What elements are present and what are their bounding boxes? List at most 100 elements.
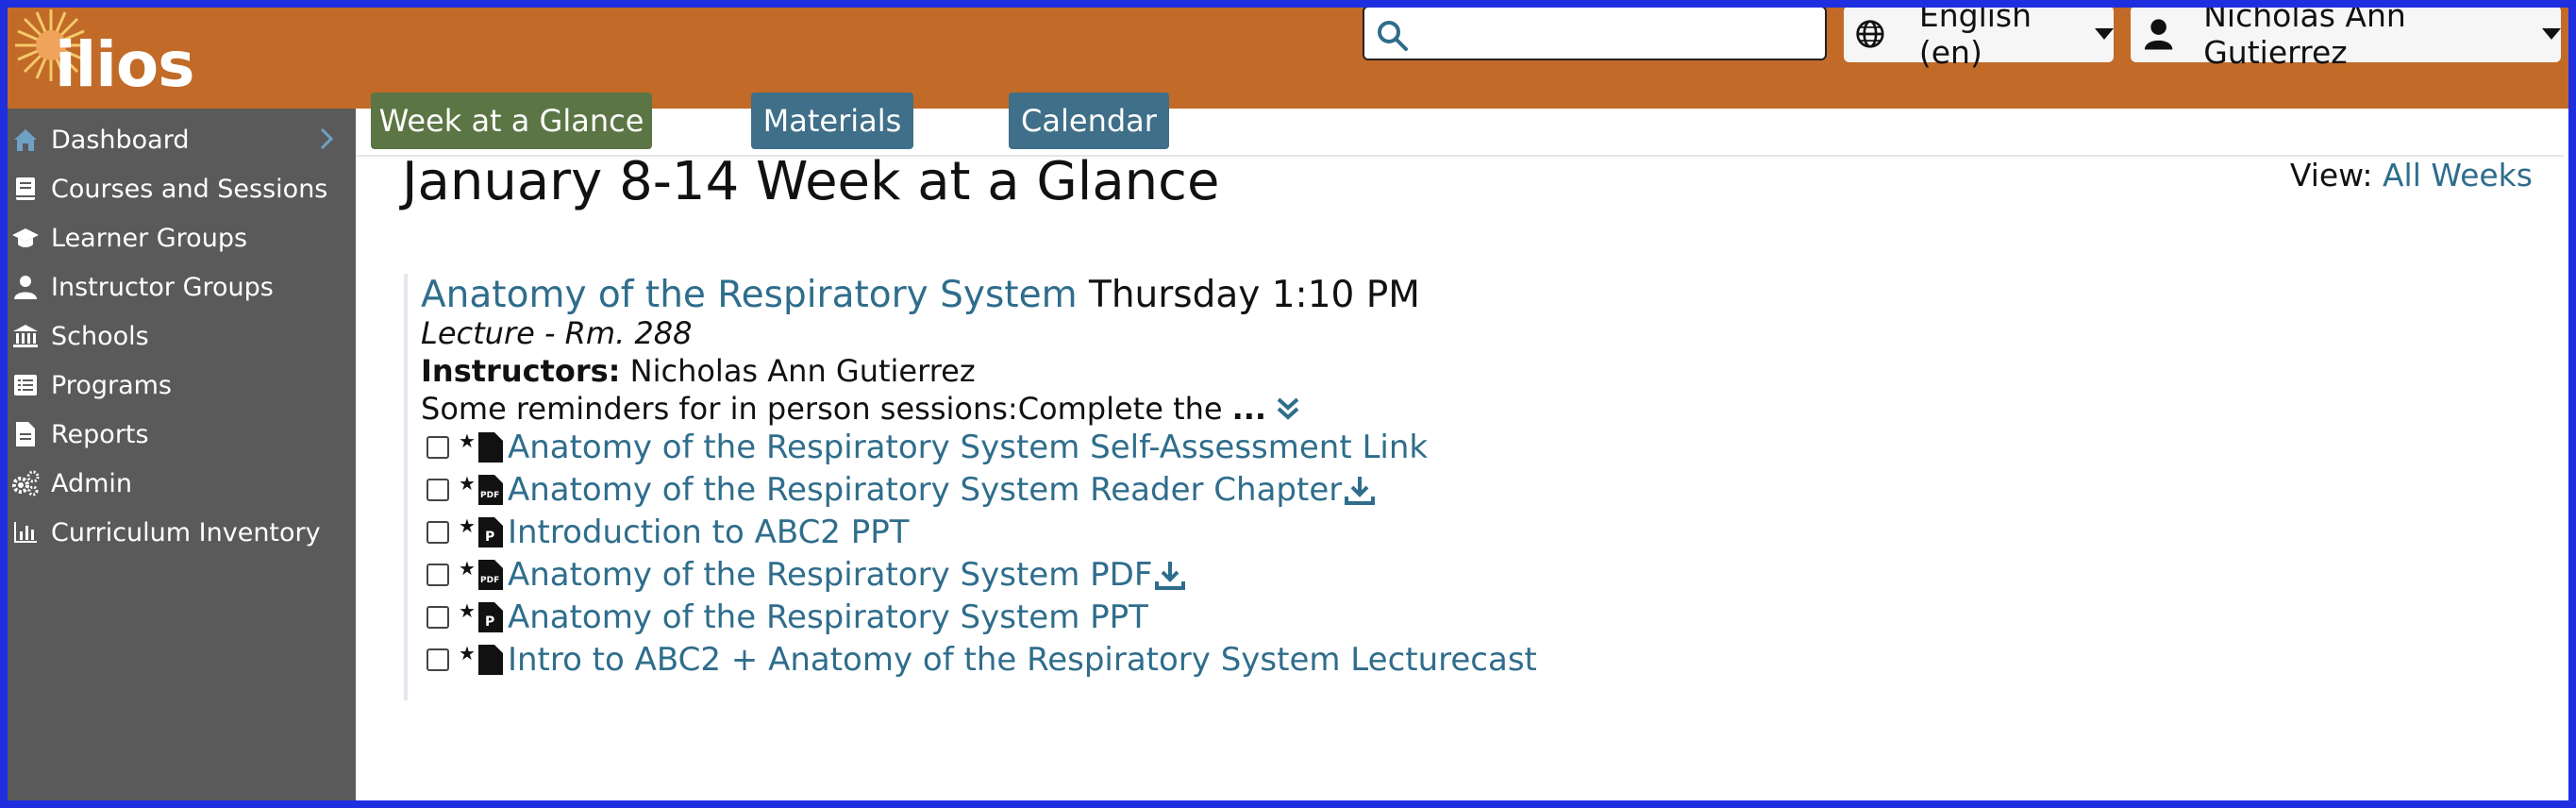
chevron-down-icon bbox=[2095, 28, 2114, 40]
ilios-logo[interactable]: ilios bbox=[13, 8, 194, 102]
material-link[interactable]: Anatomy of the Respiratory System Reader… bbox=[508, 471, 1342, 509]
sidebar-item-courses-and-sessions[interactable]: Courses and Sessions bbox=[0, 164, 356, 213]
search-field[interactable] bbox=[1363, 6, 1827, 60]
star-icon: ★ bbox=[459, 557, 476, 580]
view-label: View: bbox=[2289, 157, 2373, 194]
sidebar-item-schools[interactable]: Schools bbox=[0, 311, 356, 361]
description-ellipsis: ... bbox=[1231, 391, 1267, 427]
tab-materials[interactable]: Materials bbox=[751, 93, 913, 149]
search-icon bbox=[1378, 21, 1408, 51]
globe-icon bbox=[1856, 20, 1884, 48]
instructors-label: Instructors: bbox=[421, 353, 621, 389]
home-icon bbox=[11, 126, 40, 154]
material-link[interactable]: Anatomy of the Respiratory System PPT bbox=[508, 598, 1148, 636]
material-checkbox[interactable] bbox=[427, 479, 449, 501]
event-type: Lecture - Rm. 288 bbox=[421, 315, 693, 351]
material-item: ★ PDF Anatomy of the Respiratory System … bbox=[427, 469, 1376, 511]
event-instructors: Instructors: Nicholas Ann Gutierrez bbox=[421, 353, 976, 389]
material-item: ★ P Anatomy of the Respiratory System PP… bbox=[427, 597, 1148, 638]
material-checkbox[interactable] bbox=[427, 564, 449, 586]
sidebar-item-dashboard[interactable]: Dashboard bbox=[0, 115, 356, 164]
event-name-link[interactable]: Anatomy of the Respiratory System bbox=[421, 274, 1078, 316]
material-checkbox[interactable] bbox=[427, 436, 449, 459]
material-link[interactable]: Intro to ABC2 + Anatomy of the Respirato… bbox=[508, 641, 1537, 679]
sidebar-item-label: Curriculum Inventory bbox=[51, 517, 321, 547]
star-icon: ★ bbox=[459, 429, 476, 452]
search-input[interactable] bbox=[1421, 13, 1821, 55]
star-icon: ★ bbox=[459, 472, 476, 495]
sidebar-item-label: Admin bbox=[51, 468, 133, 498]
sidebar-item-curriculum-inventory[interactable]: Curriculum Inventory bbox=[0, 508, 356, 557]
svg-text:P: P bbox=[485, 530, 494, 545]
material-checkbox[interactable] bbox=[427, 648, 449, 671]
chevron-right-icon bbox=[320, 127, 334, 150]
star-icon: ★ bbox=[459, 514, 476, 537]
event-time: Thursday 1:10 PM bbox=[1089, 274, 1420, 316]
svg-text:PDF: PDF bbox=[480, 576, 499, 585]
chevron-double-down-icon[interactable] bbox=[1274, 395, 1302, 423]
page-title: January 8-14 Week at a Glance bbox=[402, 151, 1220, 212]
sidebar-item-label: Programs bbox=[51, 370, 172, 400]
sidebar-item-label: Learner Groups bbox=[51, 223, 248, 253]
graduation-cap-icon bbox=[11, 224, 40, 252]
chevron-down-icon bbox=[2542, 28, 2561, 40]
sidebar-item-admin[interactable]: Admin bbox=[0, 459, 356, 508]
sidebar-item-label: Courses and Sessions bbox=[51, 174, 328, 204]
material-link[interactable]: Anatomy of the Respiratory System PDF bbox=[508, 556, 1152, 594]
star-icon: ★ bbox=[459, 599, 476, 622]
user-menu[interactable]: Nicholas Ann Gutierrez bbox=[2131, 0, 2561, 71]
chart-icon bbox=[11, 518, 40, 547]
tab-label: Week at a Glance bbox=[378, 103, 644, 139]
sidebar-item-programs[interactable]: Programs bbox=[0, 361, 356, 410]
material-item: ★ Intro to ABC2 + Anatomy of the Respira… bbox=[427, 639, 1537, 681]
download-icon[interactable] bbox=[1344, 474, 1376, 506]
instructors-value: Nicholas Ann Gutierrez bbox=[629, 353, 976, 389]
book-icon bbox=[11, 175, 40, 203]
material-item: ★ P Introduction to ABC2 PPT bbox=[427, 512, 910, 553]
language-selector[interactable]: English (en) bbox=[1844, 0, 2114, 71]
svg-text:P: P bbox=[485, 614, 494, 630]
sidebar-item-label: Instructor Groups bbox=[51, 272, 274, 302]
sidebar-item-instructor-groups[interactable]: Instructor Groups bbox=[0, 262, 356, 311]
event-description: Some reminders for in person sessions:Co… bbox=[421, 391, 1302, 427]
cogs-icon bbox=[11, 469, 40, 497]
material-link[interactable]: Introduction to ABC2 PPT bbox=[508, 513, 910, 551]
sidebar-item-label: Dashboard bbox=[51, 125, 190, 155]
sidebar: Dashboard Courses and Sessions Learner G… bbox=[0, 109, 356, 808]
event-heading: Anatomy of the Respiratory System Thursd… bbox=[421, 274, 1420, 316]
file-icon bbox=[477, 645, 503, 675]
view-selector: View: All Weeks bbox=[2290, 157, 2533, 194]
all-weeks-link[interactable]: All Weeks bbox=[2383, 157, 2533, 194]
logo-text: ilios bbox=[55, 28, 194, 101]
description-text: Some reminders for in person sessions:Co… bbox=[421, 391, 1223, 427]
material-item: ★ PDF Anatomy of the Respiratory System … bbox=[427, 554, 1186, 596]
material-item: ★ Anatomy of the Respiratory System Self… bbox=[427, 427, 1428, 468]
dashboard-tabs: Week at a Glance Materials Calendar bbox=[356, 76, 2564, 157]
user-name: Nicholas Ann Gutierrez bbox=[2203, 0, 2406, 71]
list-icon bbox=[11, 371, 40, 399]
pdf-icon: PDF bbox=[477, 560, 503, 590]
material-checkbox[interactable] bbox=[427, 521, 449, 544]
tab-label: Materials bbox=[762, 103, 902, 139]
tab-week-at-a-glance[interactable]: Week at a Glance bbox=[371, 93, 652, 149]
ppt-icon: P bbox=[477, 517, 503, 547]
material-link[interactable]: Anatomy of the Respiratory System Self-A… bbox=[508, 429, 1428, 466]
university-icon bbox=[11, 322, 40, 350]
pdf-icon: PDF bbox=[477, 475, 503, 505]
file-icon bbox=[477, 432, 503, 463]
star-icon: ★ bbox=[459, 642, 476, 665]
event-card: Anatomy of the Respiratory System Thursd… bbox=[404, 274, 2200, 700]
instructor-icon bbox=[11, 273, 40, 301]
ppt-icon: P bbox=[477, 602, 503, 632]
sidebar-item-learner-groups[interactable]: Learner Groups bbox=[0, 213, 356, 262]
svg-text:PDF: PDF bbox=[480, 491, 499, 500]
tab-calendar[interactable]: Calendar bbox=[1009, 93, 1169, 149]
sidebar-item-label: Schools bbox=[51, 321, 149, 351]
file-icon bbox=[11, 420, 40, 448]
user-icon bbox=[2144, 19, 2173, 50]
language-label: English (en) bbox=[1918, 0, 2032, 71]
material-checkbox[interactable] bbox=[427, 606, 449, 629]
sidebar-item-reports[interactable]: Reports bbox=[0, 410, 356, 459]
sidebar-item-label: Reports bbox=[51, 419, 149, 449]
download-icon[interactable] bbox=[1154, 559, 1186, 591]
